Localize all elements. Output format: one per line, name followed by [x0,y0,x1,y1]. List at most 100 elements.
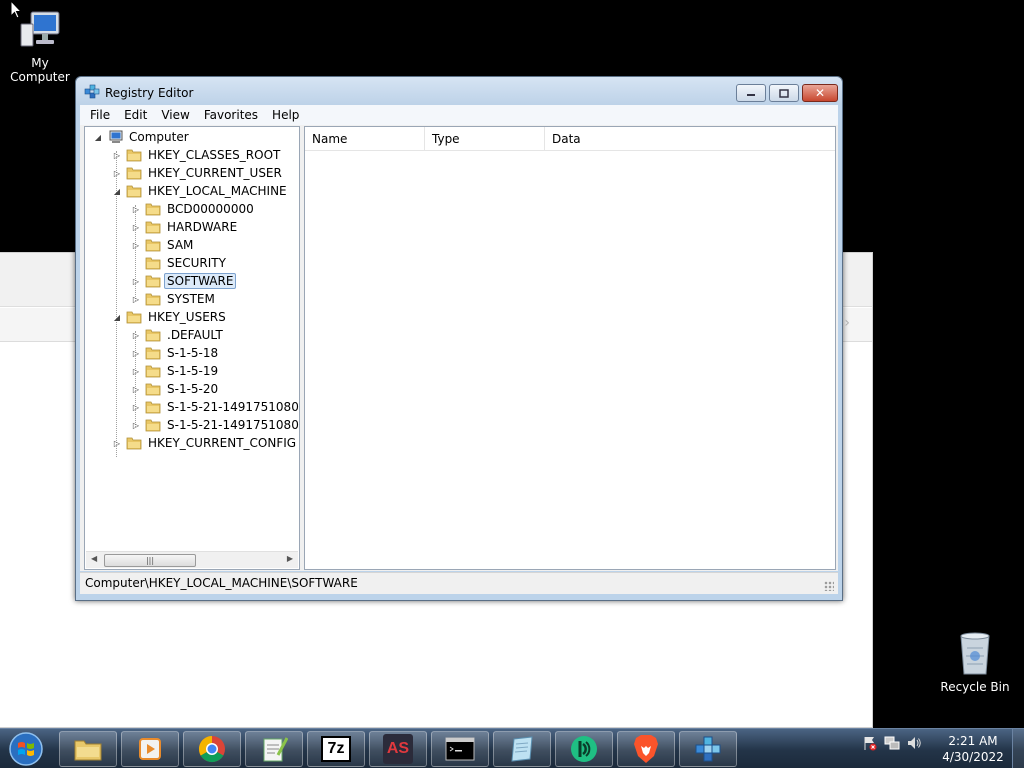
tree-node-label: S-1-5-20 [167,382,219,396]
taskbar-file-explorer[interactable] [59,731,117,767]
my-computer-desktop-icon[interactable]: My Computer [0,8,80,84]
tree-node-computer[interactable]: ◢ Computer [93,128,192,146]
expand-icon[interactable]: ▷ [112,169,122,178]
maximize-icon [779,88,789,98]
tree-node[interactable]: ▷ S-1-5-20 [131,380,221,398]
close-button[interactable]: ✕ [802,84,838,102]
taskbar-command-prompt[interactable] [431,731,489,767]
tree-node-label: HKEY_USERS [148,310,226,324]
values-list[interactable]: Name Type Data [304,126,836,570]
registry-editor-icon [84,84,100,99]
menu-favorites[interactable]: Favorites [204,108,258,122]
maximize-button[interactable] [769,84,799,102]
tree-node[interactable]: ▷ BCD00000000 [131,200,257,218]
tree-node[interactable]: ◢ HKEY_LOCAL_MACHINE [112,182,290,200]
expand-icon[interactable]: ▷ [131,367,141,376]
expand-icon[interactable]: ▷ [131,385,141,394]
system-tray [862,735,922,751]
expand-icon[interactable]: ▷ [131,205,141,214]
brave-lion-icon [634,735,658,763]
start-button[interactable] [4,731,48,767]
expand-icon[interactable]: ▷ [131,403,141,412]
tree-node[interactable]: ▷ S-1-5-18 [131,344,221,362]
taskbar-green-app[interactable] [555,731,613,767]
column-header-data[interactable]: Data [545,127,834,151]
taskbar-adobe-app[interactable]: AS [369,731,427,767]
collapse-icon[interactable]: ◢ [112,313,122,322]
taskbar-clock[interactable]: 2:21 AM 4/30/2022 [936,733,1010,765]
title-bar[interactable]: Registry Editor ✕ [76,77,842,105]
taskbar-notepad-plus-plus[interactable] [245,731,303,767]
expand-icon[interactable]: ▷ [131,277,141,286]
expand-icon[interactable]: ▷ [131,295,141,304]
taskbar-chrome[interactable] [183,731,241,767]
tree-horizontal-scrollbar[interactable]: ◀ ||| ▶ [86,551,298,568]
expand-icon[interactable]: ▷ [131,241,141,250]
tree-node[interactable]: ▷ S-1-5-21-1491751080-236 [131,398,299,416]
scrollbar-thumb[interactable]: ||| [104,554,196,567]
taskbar-7zip[interactable]: 7z [307,731,365,767]
registry-tree[interactable]: ◢ Computer ▷ HKEY_CLASSES_ROOT ▷ HKEY_CURRE… [84,126,300,570]
tree-node[interactable]: ◢ HKEY_USERS [112,308,229,326]
volume-icon[interactable] [906,735,922,751]
tree-node-label: HKEY_LOCAL_MACHINE [148,184,287,198]
collapse-icon[interactable]: ◢ [93,133,103,142]
client-area: ◢ Computer ▷ HKEY_CLASSES_ROOT ▷ HKEY_CURRE… [80,125,838,571]
tree-node[interactable]: ▷ S-1-5-19 [131,362,221,380]
menu-file[interactable]: File [90,108,110,122]
expand-icon[interactable]: ▷ [112,439,122,448]
command-prompt-icon [445,737,475,761]
expand-icon[interactable]: ▷ [131,349,141,358]
registry-editor-window[interactable]: Registry Editor ✕ File Edit View Favorit… [75,76,843,601]
tree-node[interactable]: SECURITY [131,254,229,272]
chrome-icon [198,735,225,763]
taskbar-brave[interactable] [617,731,675,767]
minimize-icon [747,94,755,96]
action-center-flag-icon[interactable] [862,735,878,751]
tree-node-label: HKEY_CURRENT_CONFIG [148,436,297,450]
network-icon[interactable] [884,735,900,751]
expand-icon[interactable]: ▷ [131,331,141,340]
scroll-right-icon[interactable]: ▶ [287,554,293,563]
folder-icon [145,347,161,360]
folder-icon [126,437,142,450]
menu-view[interactable]: View [161,108,189,122]
7zip-icon-label: 7z [327,740,345,757]
my-computer-label: My Computer [10,56,70,84]
collapse-icon[interactable]: ◢ [112,187,122,196]
tree-node[interactable]: ▷ HKEY_CLASSES_ROOT [112,146,283,164]
tree-node[interactable]: ▷ SOFTWARE [131,272,237,290]
expand-icon[interactable]: ▷ [112,151,122,160]
tree-node[interactable]: ▷ .DEFAULT [131,326,226,344]
menu-help[interactable]: Help [272,108,299,122]
taskbar-notepad[interactable] [493,731,551,767]
taskbar-media-player[interactable] [121,731,179,767]
show-desktop-button[interactable] [1012,729,1024,768]
tree-node[interactable]: ▷ HKEY_CURRENT_USER [112,164,285,182]
recycle-bin-label: Recycle Bin [940,680,1010,694]
folder-icon [145,401,161,414]
expand-icon[interactable]: ▷ [131,421,141,430]
folder-icon [145,383,161,396]
tree-node-label: HARDWARE [167,220,238,234]
minimize-button[interactable] [736,84,766,102]
tree-node[interactable]: ▷ S-1-5-21-1491751080-236 [131,416,299,434]
tree-node[interactable]: ▷ HARDWARE [131,218,240,236]
folder-icon [126,185,142,198]
tree-node-label: SAM [167,238,194,252]
tree-node[interactable]: ▷ SYSTEM [131,290,218,308]
scroll-left-icon[interactable]: ◀ [91,554,97,563]
status-bar: Computer\HKEY_LOCAL_MACHINE\SOFTWARE [80,572,838,594]
taskbar-registry-editor[interactable] [679,731,737,767]
recycle-bin-desktop-icon[interactable]: Recycle Bin [935,630,1015,694]
tree-node[interactable]: ▷ SAM [131,236,196,254]
column-header-name[interactable]: Name [305,127,425,151]
tree-node-label: .DEFAULT [167,328,223,342]
menu-edit[interactable]: Edit [124,108,147,122]
tree-node[interactable]: ▷ HKEY_CURRENT_CONFIG [112,434,299,452]
adobe-as-icon: AS [383,734,413,764]
column-header-type[interactable]: Type [425,127,545,151]
expand-icon[interactable]: ▷ [131,223,141,232]
folder-icon [145,221,161,234]
resize-grip-icon[interactable] [824,581,834,591]
